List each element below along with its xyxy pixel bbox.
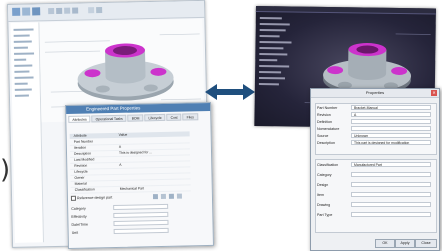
grid-header-attribute: Attribute	[73, 133, 87, 138]
tab-cost[interactable]: Cost	[166, 113, 182, 121]
field-label: Category	[317, 173, 332, 177]
dialog-title: Engineered Part Properties	[66, 102, 211, 114]
row-key: Revision	[74, 163, 88, 168]
close-icon[interactable]: ✕	[431, 90, 437, 96]
row-key: Iteration	[73, 145, 87, 150]
field-effectivity-label: Effectivity	[71, 214, 87, 219]
tab-bom[interactable]: BOM	[127, 114, 144, 122]
field-label: Source	[317, 134, 329, 138]
classification-field[interactable]: Manufactured Part	[351, 162, 431, 167]
grid-toolbar-icons[interactable]	[152, 192, 193, 200]
revision-field[interactable]: A	[351, 112, 431, 117]
field-label: Description	[317, 141, 335, 145]
design-field[interactable]	[351, 182, 431, 187]
row-value: A	[119, 162, 122, 167]
field-label: Part Number	[317, 106, 338, 110]
row-value: Mechanical Part	[119, 186, 145, 191]
feature-tree[interactable]	[10, 22, 44, 243]
field-label: Item	[317, 193, 324, 197]
field-unit-label: Unit	[71, 230, 79, 235]
field-label: Drawing	[317, 203, 331, 207]
tab-lifecycle[interactable]: Lifecycle	[144, 113, 166, 122]
field-label: Definition	[317, 120, 332, 124]
field-label: Design	[317, 183, 329, 187]
category-field[interactable]	[351, 172, 431, 177]
right-properties-dialog: Properties ✕ Part Number Bracket-Manual …	[310, 88, 440, 251]
effectivity-field[interactable]	[113, 211, 169, 219]
description-field[interactable]: This part is designed for modification	[351, 140, 431, 145]
apply-button[interactable]: Apply	[395, 239, 415, 248]
part-type-field[interactable]	[351, 212, 431, 217]
unit-field[interactable]	[113, 227, 169, 235]
tab-files[interactable]: Files	[182, 113, 198, 121]
checkbox-icon[interactable]	[70, 195, 77, 201]
row-key: Part Number	[73, 139, 94, 144]
reference-checkbox-row[interactable]: Reference design part	[70, 195, 113, 201]
grid-header-value: Value	[118, 132, 128, 137]
dialog-tabs: Attributes Operational Tasks BOM Lifecyc…	[68, 113, 198, 123]
drawing-field[interactable]	[351, 202, 431, 207]
dialog-title: Properties	[311, 89, 439, 98]
row-key: Classification	[74, 187, 95, 192]
checkbox-label: Reference design part	[76, 195, 113, 201]
row-value: This is designed for ...	[118, 150, 153, 155]
ok-button[interactable]: OK	[375, 239, 395, 248]
part-number-field[interactable]: Bracket-Manual	[351, 105, 431, 110]
source-field[interactable]: Unknown	[351, 133, 431, 138]
tab-attributes[interactable]: Attributes	[68, 115, 91, 123]
tab-operational[interactable]: Operational Tasks	[91, 114, 127, 123]
bidirectional-arrow-icon	[205, 84, 255, 100]
field-label: Revision	[317, 113, 331, 117]
item-field[interactable]	[351, 192, 431, 197]
ribbon-icons	[12, 7, 103, 16]
left-properties-dialog: Engineered Part Properties Attributes Op…	[65, 101, 214, 249]
row-value: A	[118, 144, 122, 149]
nomenclature-field[interactable]	[351, 126, 431, 131]
close-button[interactable]: Close	[415, 239, 437, 248]
row-key: Description	[73, 151, 92, 156]
field-category-label: Category	[71, 206, 86, 211]
row-key: Material	[74, 181, 87, 186]
row-key: Last Modified	[74, 157, 95, 162]
row-key: Lifecycle	[74, 169, 88, 174]
definition-field[interactable]	[351, 119, 431, 124]
partial-parenthesis: )	[0, 155, 11, 185]
field-label: Nomenclature	[317, 127, 340, 131]
field-label: Part Type	[317, 213, 333, 217]
specification-tree[interactable]	[256, 13, 296, 124]
row-key: Owner	[74, 175, 85, 180]
datetime-field[interactable]	[113, 219, 169, 227]
field-datetime-label: Date/Time	[71, 222, 89, 227]
field-label: Classification	[317, 163, 339, 167]
category-field[interactable]	[113, 203, 169, 211]
